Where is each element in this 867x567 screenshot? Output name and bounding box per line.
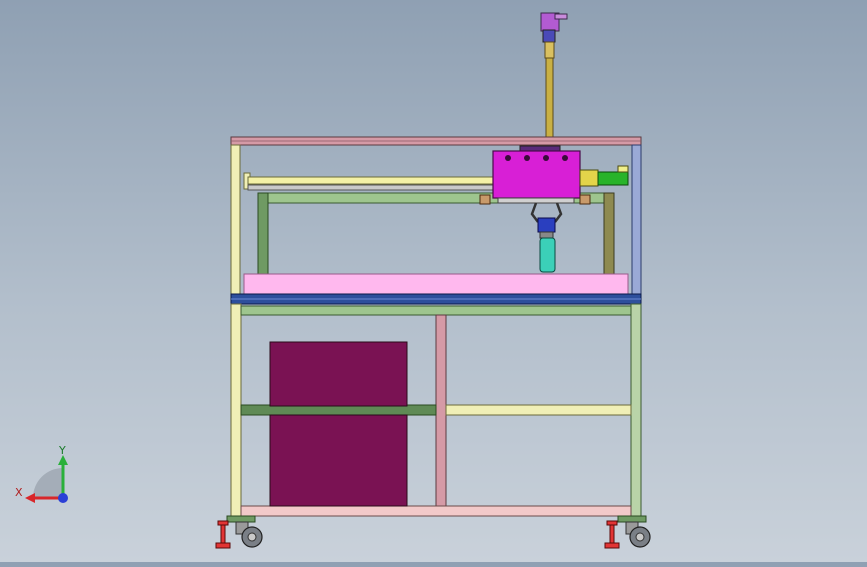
tabletop-surface: [243, 273, 629, 295]
left-leveling-foot-base: [215, 542, 231, 549]
lift-motor-flange: [554, 13, 568, 20]
rail-top: [247, 176, 495, 185]
gripper-head: [537, 217, 556, 233]
right-leveling-foot-stem: [609, 524, 615, 544]
carriage-foot-right: [579, 194, 591, 205]
carriage-bolt-3: [543, 155, 549, 161]
cabinet-box[interactable]: [269, 341, 408, 507]
axis-triad[interactable]: Y X: [15, 444, 68, 503]
gripper-claw-right: [554, 202, 563, 223]
left-leveling-foot-pad: [217, 520, 229, 526]
cad-drawing: Y X: [15, 12, 651, 549]
cabinet-upper-panel: [269, 341, 408, 407]
shelf-beam-right: [445, 404, 632, 416]
carriage-foot-left: [479, 194, 491, 205]
x-axis-arrow: [25, 493, 35, 503]
left-caster-plate: [226, 515, 256, 523]
carriage-bolt-4: [562, 155, 568, 161]
rail-base: [247, 184, 495, 191]
left-lower-post: [230, 303, 242, 519]
cad-viewport[interactable]: Y X: [0, 0, 867, 562]
middle-post: [435, 314, 447, 507]
left-leveling-foot-stem: [220, 524, 226, 544]
gripper-neck: [539, 231, 554, 239]
left-caster-assembly[interactable]: [215, 515, 263, 549]
vertical-lift-assembly[interactable]: [540, 12, 568, 139]
z-axis-dot: [58, 493, 68, 503]
left-upper-post: [230, 144, 241, 298]
lower-top-beam: [240, 305, 632, 316]
drive-motor: [597, 171, 629, 186]
drive-motor-mount: [579, 169, 599, 187]
x-axis-label: X: [15, 486, 23, 499]
right-caster-plate: [617, 515, 647, 523]
gripper-cylinder: [539, 237, 556, 273]
carriage-bottom-bar: [497, 197, 575, 204]
lift-coupler: [542, 29, 556, 43]
lift-rod-collar: [544, 41, 555, 59]
triad-sector: [33, 468, 63, 498]
lift-rod: [545, 57, 554, 139]
right-upper-post: [631, 144, 642, 298]
right-lower-post: [630, 303, 642, 519]
right-leveling-foot-base: [604, 542, 620, 549]
carriage-top-plate: [519, 145, 561, 152]
right-caster-assembly[interactable]: [604, 515, 651, 549]
carriage-bolt-2: [524, 155, 530, 161]
carriage-bolt-1: [505, 155, 511, 161]
bottom-beam: [240, 505, 632, 517]
y-axis-label: Y: [58, 444, 66, 457]
gripper-claw-left: [530, 202, 539, 223]
right-leveling-foot-pad: [606, 520, 618, 526]
cabinet-lower-panel: [269, 414, 408, 507]
drive-motor-cap: [617, 165, 629, 173]
tabletop[interactable]: [230, 273, 642, 305]
gripper-assembly[interactable]: [530, 202, 563, 273]
